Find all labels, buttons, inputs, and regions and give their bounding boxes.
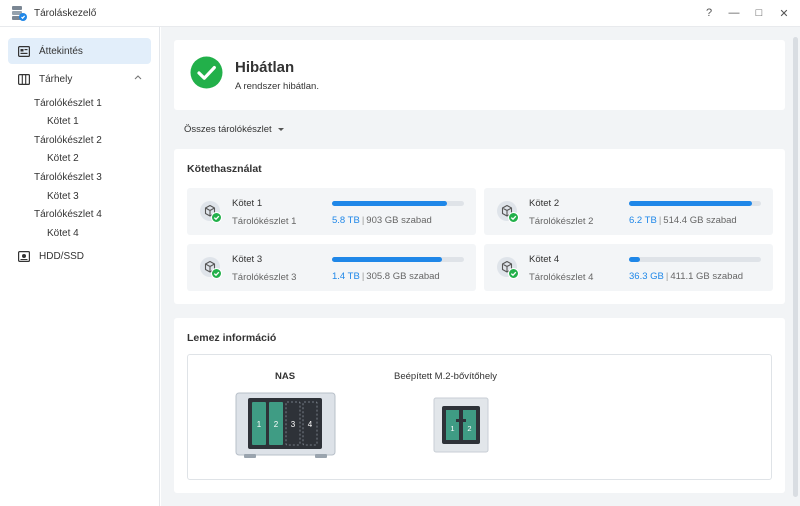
volume-pool: Tárolókészlet 4 bbox=[529, 272, 594, 283]
m2-slot-diagram: 1 2 bbox=[433, 397, 489, 453]
volume-name: Kötet 2 bbox=[529, 198, 560, 209]
sidebar-item-hdd-ssd[interactable]: HDD/SSD bbox=[8, 243, 151, 269]
caret-down-icon bbox=[277, 128, 284, 131]
hdd-icon bbox=[18, 250, 30, 262]
volume-healthy-icon bbox=[200, 201, 222, 223]
volume-tile-2[interactable]: Kötet 2 Tárolókészlet 2 6.2 TB | 514.4 GB … bbox=[484, 188, 773, 235]
m2-slot[interactable]: 1 bbox=[446, 410, 459, 440]
window-controls: ? — □ ✕ bbox=[703, 6, 790, 20]
volume-pool: Tárolókészlet 2 bbox=[529, 216, 594, 227]
sidebar-item-volume-2[interactable]: Kötet 2 bbox=[47, 153, 79, 164]
nas-label: NAS bbox=[275, 371, 296, 382]
volume-usage-text: 1.4 TB | 305.8 GB szabad bbox=[332, 271, 440, 282]
main-content: Hibátlan A rendszer hibátlan. Összes tár… bbox=[161, 27, 800, 506]
maximize-icon[interactable]: □ bbox=[753, 6, 765, 20]
sidebar-item-pool-3[interactable]: Tárolókészlet 3 bbox=[34, 172, 102, 183]
drive-bay[interactable]: 1 bbox=[252, 402, 266, 445]
overview-icon bbox=[18, 45, 30, 57]
volume-healthy-icon bbox=[200, 257, 222, 279]
volume-healthy-icon bbox=[497, 257, 519, 279]
m2-slot-label: Beépített M.2-bővítőhely bbox=[394, 371, 497, 382]
nas-device-diagram: 1 2 3 4 bbox=[235, 392, 336, 458]
sidebar-item-volume-1[interactable]: Kötet 1 bbox=[47, 116, 79, 127]
volume-usage-text: 6.2 TB | 514.4 GB szabad bbox=[629, 215, 737, 226]
sidebar-item-label: Áttekintés bbox=[39, 45, 83, 57]
vertical-scrollbar[interactable] bbox=[793, 37, 798, 497]
help-icon[interactable]: ? bbox=[703, 6, 715, 20]
disk-info-card: Lemez információ NAS Beépített M.2-bővít… bbox=[174, 318, 785, 493]
svg-text:2: 2 bbox=[467, 424, 471, 433]
sidebar-item-volume-4[interactable]: Kötet 4 bbox=[47, 228, 79, 239]
volume-healthy-icon bbox=[497, 201, 519, 223]
pool-filter-label: Összes tárolókészlet bbox=[184, 124, 272, 135]
svg-text:1: 1 bbox=[257, 420, 262, 429]
storage-manager-app-icon bbox=[12, 6, 27, 21]
volume-usage-text: 36.3 GB | 411.1 GB szabad bbox=[629, 271, 744, 282]
usage-progress-bar bbox=[332, 257, 464, 262]
sidebar-item-label: Tárhely bbox=[39, 73, 73, 85]
usage-progress-bar bbox=[332, 201, 464, 206]
volume-pool: Tárolókészlet 3 bbox=[232, 272, 297, 283]
volume-usage-text: 5.8 TB | 903 GB szabad bbox=[332, 215, 432, 226]
usage-progress-bar bbox=[629, 201, 761, 206]
sidebar-item-pool-1[interactable]: Tárolókészlet 1 bbox=[34, 98, 102, 109]
sidebar-item-label: HDD/SSD bbox=[39, 250, 85, 262]
volume-tile-3[interactable]: Kötet 3 Tárolókészlet 3 1.4 TB | 305.8 GB … bbox=[187, 244, 476, 291]
minimize-icon[interactable]: — bbox=[728, 6, 740, 20]
window-title: Tároláskezelő bbox=[34, 8, 97, 19]
svg-text:2: 2 bbox=[274, 420, 279, 429]
disk-diagram-frame: NAS Beépített M.2-bővítőhely 1 2 3 4 1 2 bbox=[187, 354, 772, 480]
title-bar: Tároláskezelő ? — □ ✕ bbox=[0, 0, 800, 27]
drive-bay[interactable]: 2 bbox=[269, 402, 283, 445]
svg-text:3: 3 bbox=[291, 420, 296, 429]
volume-usage-card: Kötethasználat Kötet 1 Tárolókészlet 1 5… bbox=[174, 149, 785, 304]
volume-pool: Tárolókészlet 1 bbox=[232, 216, 297, 227]
svg-text:4: 4 bbox=[308, 420, 313, 429]
sidebar-item-pool-4[interactable]: Tárolókészlet 4 bbox=[34, 209, 102, 220]
volume-tile-4[interactable]: Kötet 4 Tárolókészlet 4 36.3 GB | 411.1 GB… bbox=[484, 244, 773, 291]
sidebar-item-storage[interactable]: Tárhely bbox=[8, 66, 151, 92]
volume-name: Kötet 1 bbox=[232, 198, 263, 209]
check-circle-icon bbox=[190, 56, 223, 89]
m2-slot[interactable]: 2 bbox=[463, 410, 476, 440]
drive-bay-empty[interactable]: 3 bbox=[285, 401, 301, 446]
svg-text:1: 1 bbox=[450, 424, 454, 433]
system-status-card: Hibátlan A rendszer hibátlan. bbox=[174, 40, 785, 110]
section-title: Lemez információ bbox=[187, 332, 277, 344]
drive-bay-empty[interactable]: 4 bbox=[302, 401, 318, 446]
storage-icon bbox=[18, 73, 30, 85]
pool-filter-dropdown[interactable]: Összes tárolókészlet bbox=[184, 124, 284, 135]
volume-tile-1[interactable]: Kötet 1 Tárolókészlet 1 5.8 TB | 903 GB sz… bbox=[187, 188, 476, 235]
chevron-up-icon[interactable] bbox=[134, 74, 142, 80]
volume-name: Kötet 3 bbox=[232, 254, 263, 265]
sidebar-item-pool-2[interactable]: Tárolókészlet 2 bbox=[34, 135, 102, 146]
usage-progress-bar bbox=[629, 257, 761, 262]
sidebar-item-volume-3[interactable]: Kötet 3 bbox=[47, 191, 79, 202]
status-title: Hibátlan bbox=[235, 59, 295, 76]
sidebar: Áttekintés Tárhely Tárolókészlet 1 Kötet… bbox=[0, 27, 160, 506]
close-icon[interactable]: ✕ bbox=[778, 6, 790, 20]
status-description: A rendszer hibátlan. bbox=[235, 81, 319, 92]
section-title: Kötethasználat bbox=[187, 163, 262, 175]
volume-name: Kötet 4 bbox=[529, 254, 560, 265]
sidebar-item-overview[interactable]: Áttekintés bbox=[8, 38, 151, 64]
